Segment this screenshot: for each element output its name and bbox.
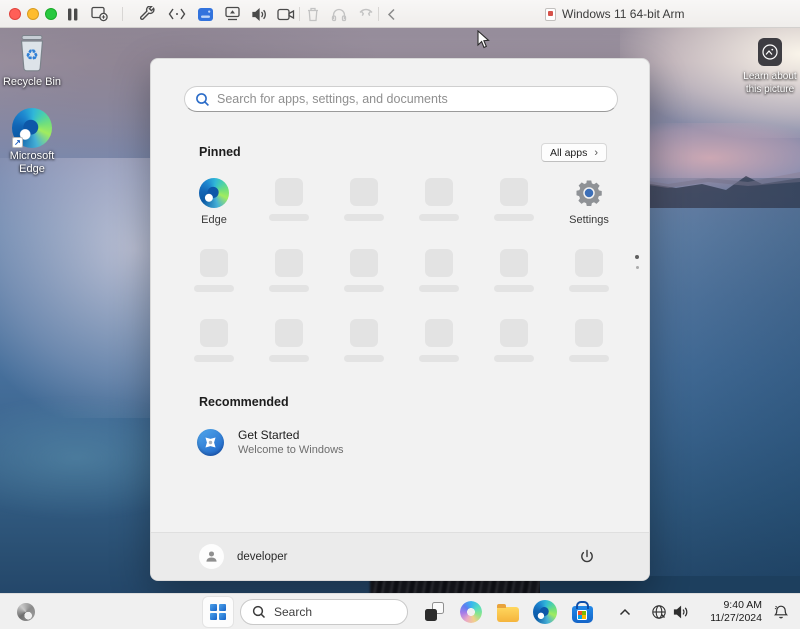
mouse-cursor	[477, 30, 491, 50]
desktop-icon-recycle-bin[interactable]: ♻ Recycle Bin	[0, 32, 64, 89]
picture-icon	[758, 38, 782, 66]
phone-icon	[357, 6, 375, 22]
task-view-icon	[425, 602, 444, 621]
vm-toolbar: Windows 11 64-bit Arm	[0, 0, 800, 28]
snapshot-icon[interactable]	[91, 6, 109, 22]
windows-logo-icon	[210, 604, 226, 620]
pinned-placeholder-tile	[333, 319, 395, 362]
taskbar-search[interactable]: Search	[240, 599, 408, 625]
taskbar: Search	[0, 593, 800, 629]
taskbar-clock[interactable]: 9:40 AM 11/27/2024	[700, 599, 762, 625]
notification-bell-icon	[773, 604, 789, 620]
pinned-placeholder-tile	[258, 178, 320, 226]
pinned-placeholder-tile	[483, 178, 545, 226]
close-button[interactable]	[9, 8, 21, 20]
widgets-icon[interactable]	[17, 603, 35, 621]
wrench-icon[interactable]	[139, 6, 157, 22]
copilot-button[interactable]	[456, 597, 486, 627]
tray-time: 9:40 AM	[700, 599, 762, 612]
pinned-placeholder-tile	[483, 249, 545, 292]
removable-device-icon[interactable]	[223, 6, 241, 22]
pinned-page-dots[interactable]	[635, 255, 639, 269]
pinned-placeholder-tile	[183, 249, 245, 292]
power-icon	[579, 549, 595, 565]
trash-icon	[304, 6, 322, 22]
pinned-placeholder-tile	[408, 319, 470, 362]
pinned-section-title: Pinned	[199, 145, 241, 159]
recommended-section-title: Recommended	[199, 395, 289, 409]
copilot-icon	[460, 601, 482, 623]
pinned-placeholder-tile	[408, 249, 470, 292]
get-started-icon	[197, 429, 224, 456]
pinned-placeholder-tile	[483, 319, 545, 362]
pinned-placeholder-tile	[258, 249, 320, 292]
pinned-placeholder-tile	[558, 249, 620, 292]
desktop-icon-microsoft-edge[interactable]: ↗ Microsoft Edge	[0, 108, 64, 176]
power-button[interactable]	[573, 543, 601, 571]
vm-window-title: Windows 11 64-bit Arm	[545, 7, 685, 21]
microsoft-store-icon	[572, 606, 593, 623]
all-apps-button[interactable]: All apps	[541, 143, 607, 162]
pinned-placeholder-tile	[333, 249, 395, 292]
learn-about-picture-button[interactable]: Learn about this picture	[737, 38, 800, 96]
pinned-placeholder-tile	[183, 319, 245, 362]
sound-icon[interactable]	[250, 6, 268, 22]
tray-date: 11/27/2024	[700, 612, 762, 625]
edge-icon	[533, 600, 557, 624]
notification-center-button[interactable]	[770, 598, 792, 626]
microsoft-store-button[interactable]	[567, 597, 597, 627]
desktop-wallpaper: ♻ Recycle Bin ↗ Microsoft Edge Learn abo…	[0, 28, 800, 593]
edge-button[interactable]	[530, 597, 560, 627]
system-tray: 9:40 AM 11/27/2024	[614, 594, 792, 629]
zoom-button[interactable]	[45, 8, 57, 20]
start-search-box[interactable]	[184, 86, 618, 112]
start-button[interactable]	[203, 597, 233, 627]
screen: Windows 11 64-bit Arm ♻ Recycle Bin	[0, 0, 800, 629]
minimize-button[interactable]	[27, 8, 39, 20]
edge-icon	[199, 178, 229, 208]
file-explorer-icon	[497, 607, 519, 622]
start-menu-footer: developer	[151, 532, 649, 580]
pause-icon[interactable]	[64, 6, 82, 22]
chevron-up-icon	[619, 608, 631, 616]
code-brackets-icon[interactable]	[168, 6, 186, 22]
vm-document-icon	[545, 8, 556, 21]
recommended-item-get-started[interactable]: Get Started Welcome to Windows	[197, 423, 447, 461]
headphones-icon	[330, 6, 348, 22]
settings-gear-icon	[574, 178, 604, 208]
camera-icon[interactable]	[277, 6, 295, 22]
pinned-placeholder-tile	[408, 178, 470, 226]
pinned-app-edge[interactable]: Edge	[183, 178, 245, 226]
virtual-disk-icon[interactable]	[196, 6, 214, 22]
network-button[interactable]	[648, 598, 670, 626]
network-globe-icon	[651, 604, 667, 620]
svg-text:♻: ♻	[25, 46, 38, 64]
user-account-button[interactable]: developer	[199, 544, 288, 569]
user-avatar	[199, 544, 224, 569]
pinned-app-settings[interactable]: Settings	[558, 178, 620, 226]
tray-chevron-up-button[interactable]	[614, 598, 636, 626]
pinned-placeholder-tile	[258, 319, 320, 362]
recycle-bin-icon: ♻	[14, 32, 50, 74]
task-view-button[interactable]	[419, 597, 449, 627]
search-icon	[195, 92, 210, 107]
search-icon	[252, 605, 266, 619]
pinned-placeholder-tile	[558, 319, 620, 362]
shortcut-arrow-icon: ↗	[12, 137, 23, 148]
volume-button[interactable]	[670, 598, 692, 626]
chevron-right-icon	[594, 147, 598, 159]
chevron-left-icon[interactable]	[382, 6, 400, 22]
speaker-icon	[673, 605, 690, 619]
file-explorer-button[interactable]	[493, 597, 523, 627]
start-search-input[interactable]	[217, 92, 607, 106]
pinned-placeholder-tile	[333, 178, 395, 226]
start-menu: Pinned All apps Edge	[150, 58, 650, 581]
